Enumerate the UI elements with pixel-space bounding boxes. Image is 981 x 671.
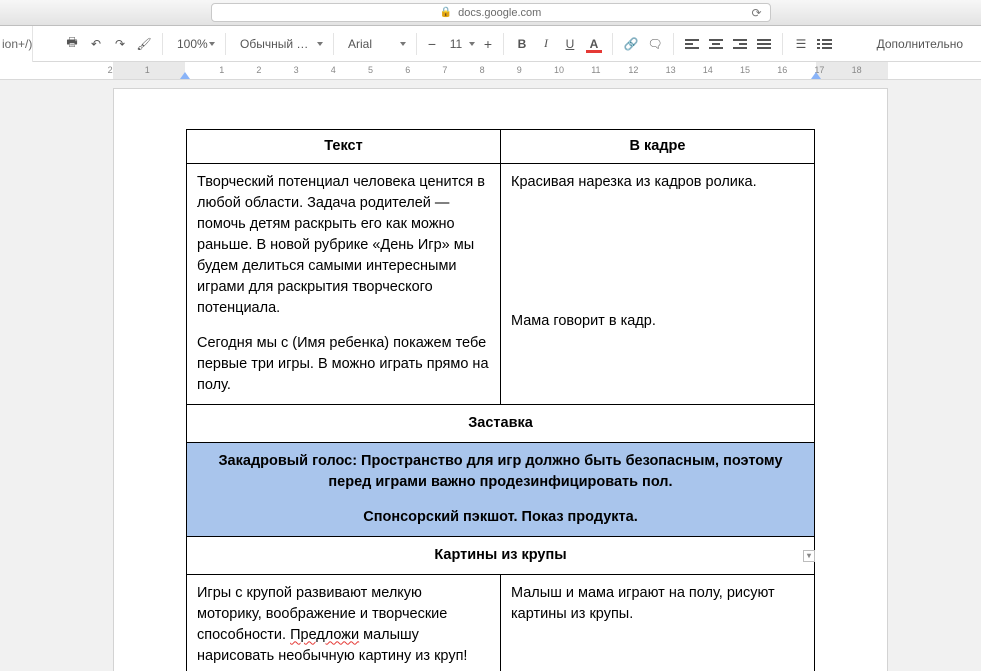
col-header-text[interactable]: Текст: [187, 130, 501, 164]
table-row: Творческий потенциал человека ценится в …: [187, 164, 815, 405]
zoom-dropdown[interactable]: 100%: [169, 32, 219, 56]
paragraph-style-dropdown[interactable]: Обычный …: [232, 32, 327, 56]
editor-toolbar: 🖶 ↶ ↷ 🖌 100% Обычный … Arial − 11 + B I …: [0, 26, 981, 62]
left-cutoff-label: ion+/): [0, 26, 33, 62]
ruler-tick: 11: [591, 65, 600, 75]
ruler-tick: 6: [405, 65, 410, 75]
address-field[interactable]: 🔒 docs.google.com ⟳: [211, 3, 771, 22]
ruler-tick: 15: [740, 65, 750, 75]
paint-format-icon: 🖌: [136, 37, 151, 51]
text-color-button[interactable]: A: [582, 32, 606, 56]
undo-button[interactable]: ↶: [84, 32, 108, 56]
indent-marker-left[interactable]: [180, 72, 190, 79]
paragraph: Игры с крупой развивают мелкую моторику,…: [197, 583, 490, 667]
ruler-tick: 14: [703, 65, 713, 75]
ruler-tick: 7: [442, 65, 447, 75]
numbered-list-icon: [818, 37, 832, 51]
cell-text-1[interactable]: Творческий потенциал человека ценится в …: [187, 164, 501, 405]
print-button[interactable]: 🖶: [60, 32, 84, 56]
horizontal-ruler[interactable]: 21123456789101112131415161718: [0, 62, 981, 80]
document-page[interactable]: Текст В кадре Творческий потенциал челов…: [113, 88, 888, 671]
insert-link-button[interactable]: 🔗: [619, 32, 643, 56]
paragraph: Мама говорит в кадр.: [511, 311, 804, 332]
cell-merged-title-1[interactable]: Заставка: [187, 405, 815, 443]
ruler-tick: 8: [480, 65, 485, 75]
paint-format-button[interactable]: 🖌: [132, 32, 156, 56]
link-icon: 🔗: [624, 37, 639, 51]
ruler-tick: 2: [108, 65, 113, 75]
reload-icon[interactable]: ⟳: [751, 6, 761, 20]
ruler-tick: 4: [331, 65, 336, 75]
line-spacing-icon: ☰: [796, 37, 807, 51]
font-family-dropdown[interactable]: Arial: [340, 32, 410, 56]
paragraph: Малыш и мама играют на полу, рисуют карт…: [511, 583, 804, 625]
ruler-tick: 12: [628, 65, 638, 75]
comment-icon: 🗨: [647, 37, 662, 51]
align-left-button[interactable]: [680, 32, 704, 56]
indent-marker-right[interactable]: [811, 72, 821, 79]
lock-icon: 🔒: [440, 7, 452, 18]
bold-button[interactable]: B: [510, 32, 534, 56]
align-left-icon: [685, 37, 699, 51]
col-header-frame[interactable]: В кадре: [501, 130, 815, 164]
undo-icon: ↶: [91, 37, 101, 51]
line-spacing-button[interactable]: ☰: [789, 32, 813, 56]
table-header-row: Текст В кадре: [187, 130, 815, 164]
insert-comment-button[interactable]: 🗨: [643, 32, 667, 56]
align-justify-button[interactable]: [752, 32, 776, 56]
script-table[interactable]: Текст В кадре Творческий потенциал челов…: [186, 129, 815, 671]
ruler-tick: 13: [666, 65, 676, 75]
text-color-swatch: [586, 50, 602, 53]
ruler-tick: 3: [294, 65, 299, 75]
redo-button[interactable]: ↷: [108, 32, 132, 56]
table-row: Игры с крупой развивают мелкую моторику,…: [187, 575, 815, 671]
redo-icon: ↷: [115, 37, 125, 51]
ruler-tick: 10: [554, 65, 564, 75]
paragraph: Красивая нарезка из кадров ролика.: [511, 172, 804, 193]
ruler-tick: 1: [145, 65, 150, 75]
cell-frame-1[interactable]: Красивая нарезка из кадров ролика. Мама …: [501, 164, 815, 405]
font-size-decrease[interactable]: −: [423, 36, 441, 52]
align-center-icon: [709, 37, 723, 51]
font-size-dropdown[interactable]: 11: [441, 32, 479, 56]
table-row: Заставка: [187, 405, 815, 443]
paragraph: Творческий потенциал человека ценится в …: [197, 172, 490, 319]
cell-merged-title-2[interactable]: Картины из крупы ▾: [187, 537, 815, 575]
paragraph: Сегодня мы с (Имя ребенка) покажем тебе …: [197, 333, 490, 396]
cell-text-2[interactable]: Игры с крупой развивают мелкую моторику,…: [187, 575, 501, 671]
ruler-tick: 9: [517, 65, 522, 75]
browser-address-bar: 🔒 docs.google.com ⟳: [0, 0, 981, 26]
address-url: docs.google.com: [458, 7, 541, 19]
ruler-tick: 2: [256, 65, 261, 75]
ruler-tick: 16: [777, 65, 787, 75]
ruler-tick: 1: [219, 65, 224, 75]
table-row: Картины из крупы ▾: [187, 537, 815, 575]
spellcheck-word[interactable]: Предложи: [290, 627, 359, 643]
cell-frame-2[interactable]: Малыш и мама играют на полу, рисуют карт…: [501, 575, 815, 671]
column-handle-icon[interactable]: ▾: [803, 550, 815, 562]
print-icon: 🖶: [66, 33, 77, 54]
cell-highlighted[interactable]: Закадровый голос: Пространство для игр д…: [187, 443, 815, 537]
ruler-tick: 18: [852, 65, 862, 75]
ruler-tick: 5: [368, 65, 373, 75]
align-justify-icon: [757, 37, 771, 51]
more-tools-link[interactable]: Дополнительно: [867, 37, 973, 51]
italic-button[interactable]: I: [534, 32, 558, 56]
align-right-icon: [733, 37, 747, 51]
font-size-increase[interactable]: +: [479, 36, 497, 52]
align-center-button[interactable]: [704, 32, 728, 56]
highlight-line-1: Закадровый голос: Пространство для игр д…: [218, 453, 782, 490]
document-canvas: Текст В кадре Творческий потенциал челов…: [0, 80, 981, 671]
numbered-list-button[interactable]: [813, 32, 837, 56]
align-right-button[interactable]: [728, 32, 752, 56]
underline-button[interactable]: U: [558, 32, 582, 56]
highlight-line-2: Спонсорский пэкшот. Показ продукта.: [197, 507, 804, 528]
table-row: Закадровый голос: Пространство для игр д…: [187, 443, 815, 537]
